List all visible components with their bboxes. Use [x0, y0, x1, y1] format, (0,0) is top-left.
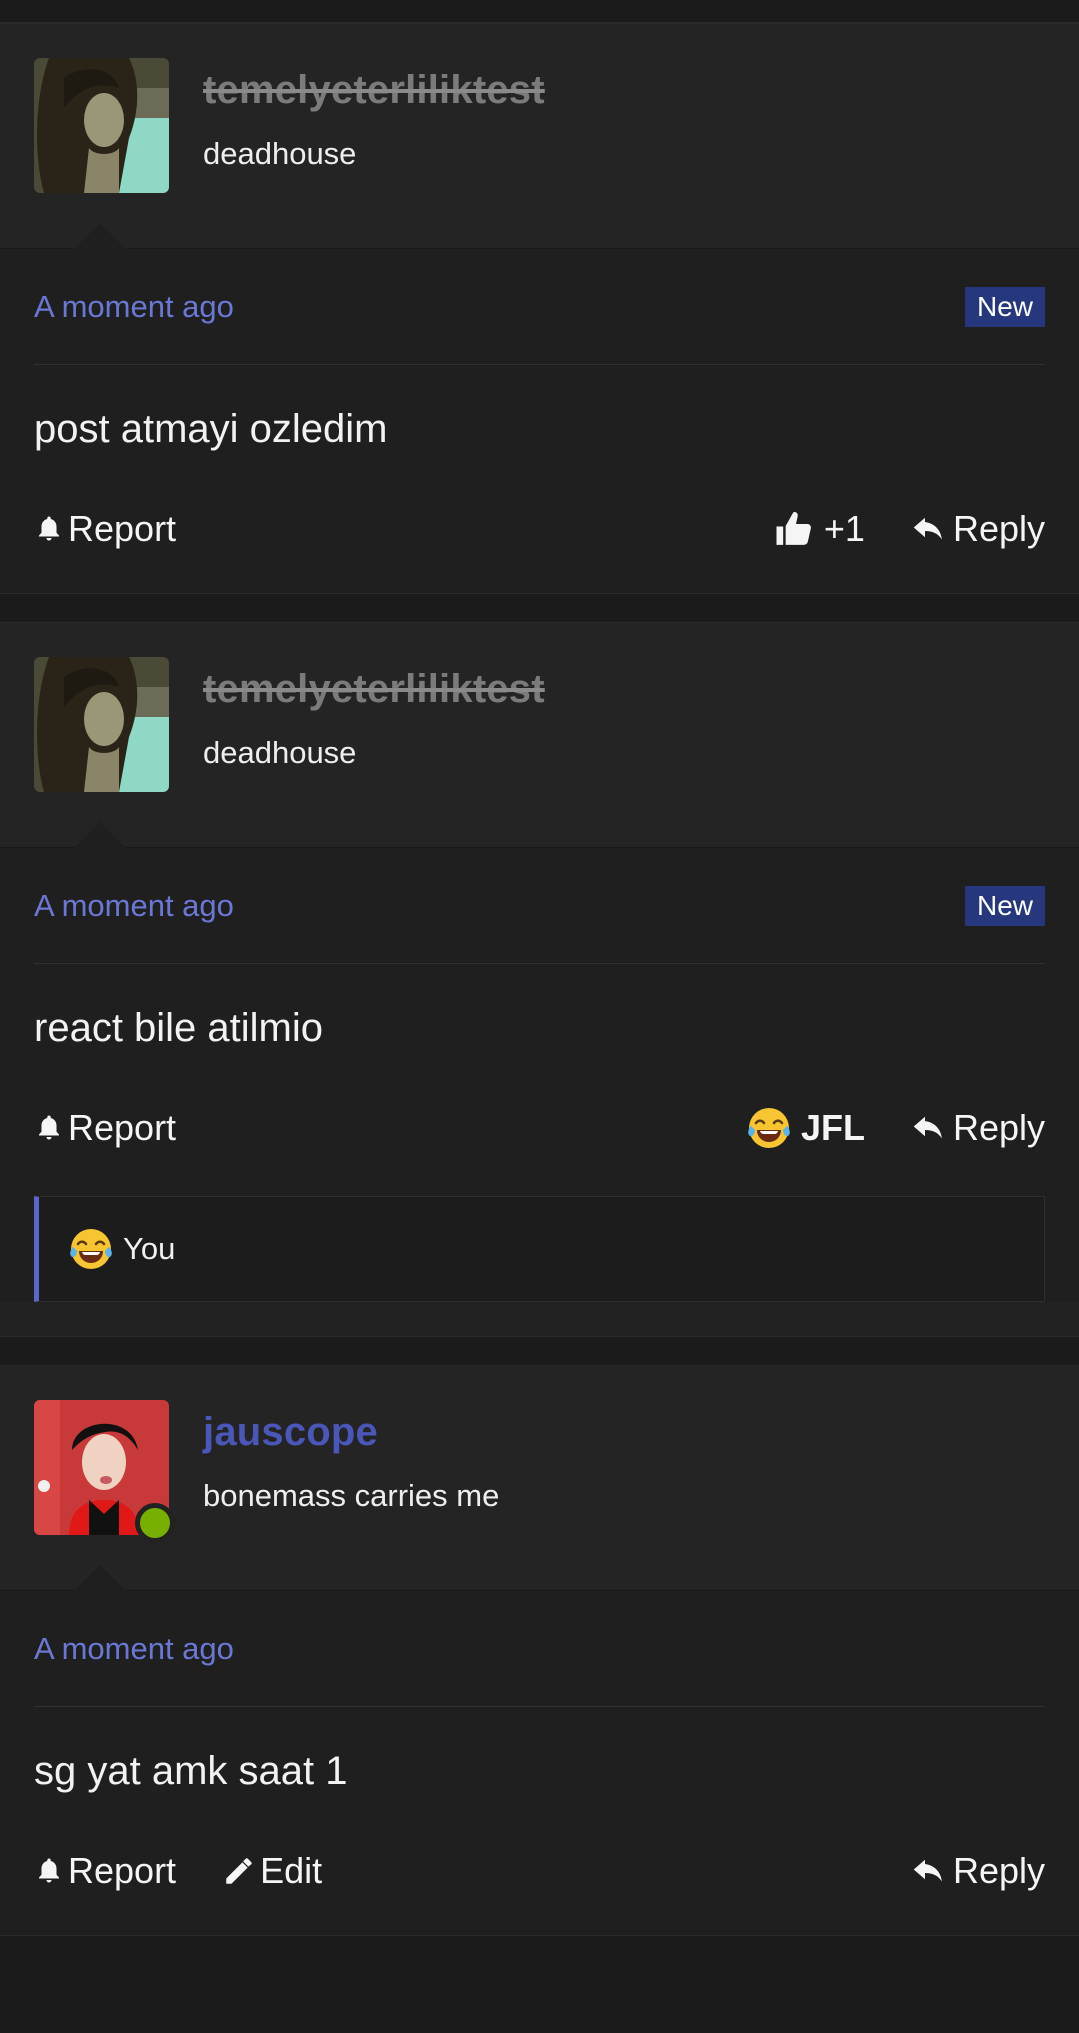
report-button[interactable]: Report	[34, 1107, 176, 1149]
username[interactable]: jauscope	[203, 1406, 499, 1458]
report-label: Report	[68, 1850, 177, 1891]
post-card: temelyeterliliktest deadhouse A moment a…	[0, 622, 1079, 1337]
bell-icon	[34, 512, 64, 546]
post-text: sg yat amk saat 1	[34, 1749, 348, 1793]
post-card: temelyeterliliktest deadhouse A moment a…	[0, 23, 1079, 594]
reply-button[interactable]: Reply	[909, 1850, 1045, 1892]
reactor-name[interactable]: You	[123, 1231, 175, 1267]
user-title: bonemass carries me	[203, 1478, 500, 1513]
user-info: temelyeterliliktest deadhouse	[203, 58, 545, 174]
bottom-spacer	[0, 1964, 1079, 1986]
reply-label: Reply	[952, 1107, 1045, 1148]
avatar-image	[34, 657, 169, 792]
reply-arrow-icon	[909, 1110, 947, 1146]
bell-icon	[34, 1111, 64, 1145]
reaction-label: JFL	[800, 1107, 865, 1148]
reaction-list: You	[34, 1196, 1045, 1302]
avatar[interactable]	[34, 58, 169, 193]
avatar[interactable]	[34, 657, 169, 792]
actions-left: Report	[34, 1107, 176, 1149]
report-label: Report	[68, 508, 177, 549]
post-text: react bile atilmio	[34, 1006, 324, 1050]
user-info: jauscope bonemass carries me	[203, 1400, 499, 1516]
reaction-button[interactable]: JFL	[747, 1106, 865, 1150]
post-meta: A moment ago	[34, 1591, 1045, 1707]
user-info: temelyeterliliktest deadhouse	[203, 657, 545, 773]
post-actions: Report +1 Reply	[34, 489, 1045, 593]
actions-left: Report Edit	[34, 1850, 322, 1892]
bell-icon	[34, 1854, 64, 1888]
post-text: post atmayi ozledim	[34, 407, 388, 451]
pencil-icon	[222, 1854, 256, 1888]
report-button[interactable]: Report	[34, 508, 176, 550]
laughing-crying-emoji-icon	[747, 1106, 791, 1150]
post-header: jauscope bonemass carries me	[0, 1366, 1079, 1591]
post-timestamp[interactable]: A moment ago	[34, 289, 234, 325]
avatar[interactable]	[34, 1400, 175, 1543]
post-actions: Report Edit Reply	[34, 1831, 1045, 1935]
reply-arrow-icon	[909, 511, 947, 547]
online-status-dot	[135, 1503, 175, 1543]
laughing-crying-emoji-icon	[69, 1227, 113, 1271]
like-count: +1	[823, 508, 865, 549]
post-timestamp[interactable]: A moment ago	[34, 888, 234, 924]
reply-label: Reply	[952, 508, 1045, 549]
thumbs-up-icon	[774, 509, 814, 549]
post-header: temelyeterliliktest deadhouse	[0, 623, 1079, 848]
post-card: jauscope bonemass carries me A moment ag…	[0, 1365, 1079, 1936]
post-header: temelyeterliliktest deadhouse	[0, 24, 1079, 249]
post-timestamp[interactable]: A moment ago	[34, 1631, 234, 1667]
reply-label: Reply	[952, 1850, 1045, 1891]
top-strip	[0, 0, 1079, 23]
edit-label: Edit	[260, 1850, 323, 1891]
report-button[interactable]: Report	[34, 1850, 176, 1892]
new-badge: New	[964, 885, 1045, 926]
reply-arrow-icon	[909, 1853, 947, 1889]
post-meta: A moment ago New	[34, 249, 1045, 365]
edit-button[interactable]: Edit	[222, 1850, 322, 1892]
report-label: Report	[68, 1107, 177, 1148]
post-body: A moment ago New post atmayi ozledim Rep…	[0, 249, 1079, 593]
post-body: A moment ago New react bile atilmio Repo…	[0, 848, 1079, 1302]
post-actions: Report JFL Reply	[34, 1088, 1045, 1192]
post-body: A moment ago sg yat amk saat 1 Report Ed…	[0, 1591, 1079, 1935]
actions-left: Report	[34, 508, 176, 550]
user-title: deadhouse	[203, 136, 357, 171]
user-title: deadhouse	[203, 735, 357, 770]
actions-right: +1 Reply	[774, 508, 1045, 550]
actions-right: Reply	[909, 1850, 1045, 1892]
actions-right: JFL Reply	[747, 1106, 1045, 1150]
avatar-image	[34, 58, 169, 193]
reply-button[interactable]: Reply	[909, 508, 1045, 550]
reply-button[interactable]: Reply	[909, 1107, 1045, 1149]
new-badge: New	[964, 286, 1045, 327]
username[interactable]: temelyeterliliktest	[203, 663, 545, 715]
post-meta: A moment ago New	[34, 848, 1045, 964]
like-button[interactable]: +1	[774, 508, 865, 550]
username[interactable]: temelyeterliliktest	[203, 64, 545, 116]
